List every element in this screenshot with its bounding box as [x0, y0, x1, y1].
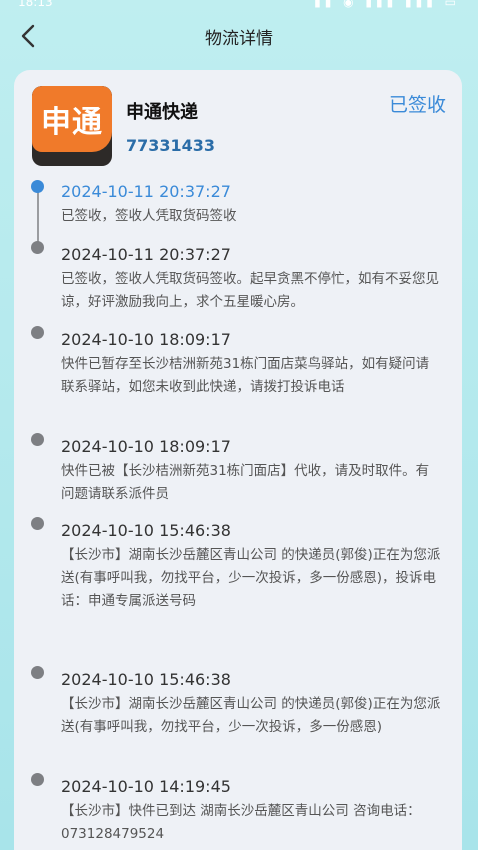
carrier-name: 申通快递 [126, 102, 198, 123]
event-description: 已签收，签收人凭取货码签收 [61, 208, 237, 224]
header: 物流详情 [0, 14, 478, 58]
timeline-dot [31, 241, 44, 254]
tracking-card: 申通 申通快递 77331433 已签收 2024-10-11 20:37:27… [14, 70, 462, 850]
event-time: 2024-10-10 14:19:45 [61, 777, 231, 796]
status-bar: 18:13 ▮▮ ◉ ▮▮▮ ▮▮▮ ▭ [0, 0, 478, 12]
event-time: 2024-10-11 20:37:27 [61, 182, 231, 201]
event-description: 快件已被【长沙桔洲新苑31栋门面店】代收，请及时取件。有问题请联系派件员 [61, 463, 430, 502]
timeline-dot-current [31, 180, 44, 193]
timeline-dot [31, 433, 44, 446]
timeline-dot [31, 517, 44, 530]
chevron-left-icon [21, 24, 35, 48]
event-description: 【长沙市】快件已到达 湖南长沙岳麓区青山公司 咨询电话：073128479524 [61, 803, 421, 842]
event-time: 2024-10-11 20:37:27 [61, 245, 231, 264]
timeline-dot [31, 773, 44, 786]
back-button[interactable] [14, 22, 42, 50]
status-icons: ▮▮ ◉ ▮▮▮ ▮▮▮ ▭ [314, 0, 460, 9]
tracking-number[interactable]: 77331433 [126, 136, 215, 155]
timeline-dot [31, 666, 44, 679]
event-description: 【长沙市】湖南长沙岳麓区青山公司 的快递员(郭俊)正在为您派送(有事呼叫我，勿找… [61, 696, 441, 735]
timeline-connector [37, 192, 39, 247]
event-description: 快件已暂存至长沙桔洲新苑31栋门面店菜鸟驿站，如有疑问请联系驿站，如您未收到此快… [61, 356, 430, 395]
timeline-dot [31, 326, 44, 339]
page-title: 物流详情 [205, 28, 273, 49]
delivery-status: 已签收 [388, 94, 446, 116]
event-description: 已签收，签收人凭取货码签收。起早贪黑不停忙，如有不妥您见谅，好评激励我向上，求个… [61, 271, 439, 310]
status-time: 18:13 [18, 0, 53, 9]
carrier-logo: 申通 [32, 86, 112, 166]
event-description: 【长沙市】湖南长沙岳麓区青山公司 的快递员(郭俊)正在为您派送(有事呼叫我，勿找… [61, 547, 441, 609]
event-time: 2024-10-10 15:46:38 [61, 521, 231, 540]
event-time: 2024-10-10 18:09:17 [61, 437, 231, 456]
carrier-logo-text: 申通 [32, 86, 112, 152]
event-time: 2024-10-10 15:46:38 [61, 670, 231, 689]
event-time: 2024-10-10 18:09:17 [61, 330, 231, 349]
